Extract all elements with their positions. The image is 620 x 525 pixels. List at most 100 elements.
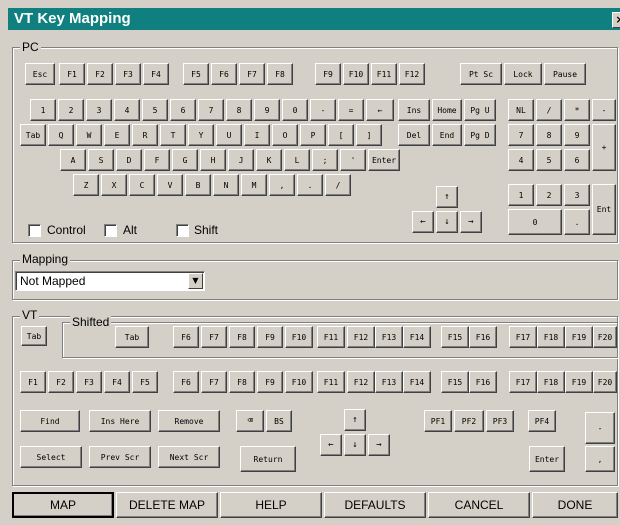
vt-key-f6[interactable]: F6 [173, 371, 199, 393]
pc-key-f7[interactable]: F7 [239, 63, 265, 85]
pc-key-home[interactable]: Home [432, 99, 462, 121]
pc-key-p[interactable]: P [300, 124, 326, 146]
vt-key-s_f18[interactable]: F18 [537, 326, 565, 348]
pc-key-e[interactable]: E [104, 124, 130, 146]
mapping-select[interactable]: Not Mapped ▼ [15, 271, 205, 291]
pc-key-k3[interactable]: 3 [564, 184, 590, 206]
pc-key-j[interactable]: J [228, 149, 254, 171]
vt-key-s_f10[interactable]: F10 [285, 326, 313, 348]
vt-key-s_f14[interactable]: F14 [403, 326, 431, 348]
vt-key-f18[interactable]: F18 [537, 371, 565, 393]
vt-key-kminus[interactable]: - [585, 412, 615, 444]
vt-key-s_f6[interactable]: F6 [173, 326, 199, 348]
pc-key-k9[interactable]: 9 [564, 124, 590, 146]
pc-key-tab[interactable]: Tab [20, 124, 46, 146]
vt-key-find[interactable]: Find [20, 410, 80, 432]
pc-key-n6[interactable]: 6 [170, 99, 196, 121]
pc-key-f8[interactable]: F8 [267, 63, 293, 85]
vt-key-pf3[interactable]: PF3 [486, 410, 514, 432]
pc-key-s[interactable]: S [88, 149, 114, 171]
pc-key-up[interactable]: ↑ [436, 186, 458, 208]
vt-key-remove[interactable]: Remove [158, 410, 220, 432]
pc-key-equals[interactable]: = [338, 99, 364, 121]
vt-key-f20[interactable]: F20 [593, 371, 617, 393]
vt-key-left[interactable]: ← [320, 434, 342, 456]
vt-key-s_f12[interactable]: F12 [347, 326, 375, 348]
pc-key-f11[interactable]: F11 [371, 63, 397, 85]
vt-key-kcomma[interactable]: , [585, 446, 615, 472]
pc-key-bksp[interactable]: ← [366, 99, 394, 121]
vt-key-f12[interactable]: F12 [347, 371, 375, 393]
defaults-button[interactable]: DEFAULTS [324, 492, 426, 518]
pc-key-pgd[interactable]: Pg D [464, 124, 496, 146]
pc-key-kstar[interactable]: * [564, 99, 590, 121]
pc-key-m[interactable]: M [241, 174, 267, 196]
pc-key-down[interactable]: ↓ [436, 211, 458, 233]
vt-key-f4[interactable]: F4 [104, 371, 130, 393]
pc-key-period[interactable]: . [297, 174, 323, 196]
pc-key-slash[interactable]: / [325, 174, 351, 196]
vt-key-f9[interactable]: F9 [257, 371, 283, 393]
vt-key-s_f7[interactable]: F7 [201, 326, 227, 348]
pc-key-c[interactable]: C [129, 174, 155, 196]
pc-key-f4[interactable]: F4 [143, 63, 169, 85]
pc-key-i[interactable]: I [244, 124, 270, 146]
vt-key-kenter[interactable]: Enter [529, 446, 565, 472]
pc-key-a[interactable]: A [60, 149, 86, 171]
vt-key-nextscr[interactable]: Next Scr [158, 446, 220, 468]
pc-key-kslash[interactable]: / [536, 99, 562, 121]
vt-key-f19[interactable]: F19 [565, 371, 593, 393]
vt-key-s_f11[interactable]: F11 [317, 326, 345, 348]
pc-key-left[interactable]: ← [412, 211, 434, 233]
vt-key-select[interactable]: Select [20, 446, 82, 468]
pc-key-nl[interactable]: NL [508, 99, 534, 121]
pc-key-esc[interactable]: Esc [25, 63, 55, 85]
pc-key-k4[interactable]: 4 [508, 149, 534, 171]
chevron-down-icon[interactable]: ▼ [188, 273, 203, 289]
vt-key-f11[interactable]: F11 [317, 371, 345, 393]
vt-key-s_f8[interactable]: F8 [229, 326, 255, 348]
pc-key-pgu[interactable]: Pg U [464, 99, 496, 121]
map-button[interactable]: MAP [12, 492, 114, 518]
shift-checkbox[interactable] [176, 224, 189, 237]
pc-key-n[interactable]: N [213, 174, 239, 196]
pc-key-enter[interactable]: Enter [368, 149, 400, 171]
pc-key-k6[interactable]: 6 [564, 149, 590, 171]
vt-key-f8[interactable]: F8 [229, 371, 255, 393]
pc-key-x[interactable]: X [101, 174, 127, 196]
vt-key-tab[interactable]: Tab [21, 326, 47, 346]
vt-key-bsicon[interactable]: ⌫ [236, 410, 264, 432]
vt-key-f17[interactable]: F17 [509, 371, 537, 393]
vt-key-s_f20[interactable]: F20 [593, 326, 617, 348]
pc-key-k5[interactable]: 5 [536, 149, 562, 171]
vt-key-f1[interactable]: F1 [20, 371, 46, 393]
pc-key-u[interactable]: U [216, 124, 242, 146]
vt-key-s_f16[interactable]: F16 [469, 326, 497, 348]
pc-key-k8[interactable]: 8 [536, 124, 562, 146]
pc-key-f10[interactable]: F10 [343, 63, 369, 85]
done-button[interactable]: DONE [532, 492, 618, 518]
pc-key-f1[interactable]: F1 [59, 63, 85, 85]
pc-key-n9[interactable]: 9 [254, 99, 280, 121]
vt-key-f16[interactable]: F16 [469, 371, 497, 393]
pc-key-z[interactable]: Z [73, 174, 99, 196]
pc-key-end[interactable]: End [432, 124, 462, 146]
pc-key-f5[interactable]: F5 [183, 63, 209, 85]
pc-key-n3[interactable]: 3 [86, 99, 112, 121]
pc-key-f6[interactable]: F6 [211, 63, 237, 85]
vt-key-s_f17[interactable]: F17 [509, 326, 537, 348]
vt-key-f5[interactable]: F5 [132, 371, 158, 393]
vt-key-bs[interactable]: BS [266, 410, 292, 432]
vt-key-s_f15[interactable]: F15 [441, 326, 469, 348]
control-checkbox[interactable] [28, 224, 41, 237]
vt-key-f3[interactable]: F3 [76, 371, 102, 393]
vt-key-f14[interactable]: F14 [403, 371, 431, 393]
vt-key-pf2[interactable]: PF2 [454, 410, 484, 432]
vt-key-s_f19[interactable]: F19 [565, 326, 593, 348]
pc-key-v[interactable]: V [157, 174, 183, 196]
pc-key-r[interactable]: R [132, 124, 158, 146]
vt-key-right[interactable]: → [368, 434, 390, 456]
pc-key-n5[interactable]: 5 [142, 99, 168, 121]
vt-key-inshere[interactable]: Ins Here [89, 410, 151, 432]
pc-key-del[interactable]: Del [398, 124, 430, 146]
